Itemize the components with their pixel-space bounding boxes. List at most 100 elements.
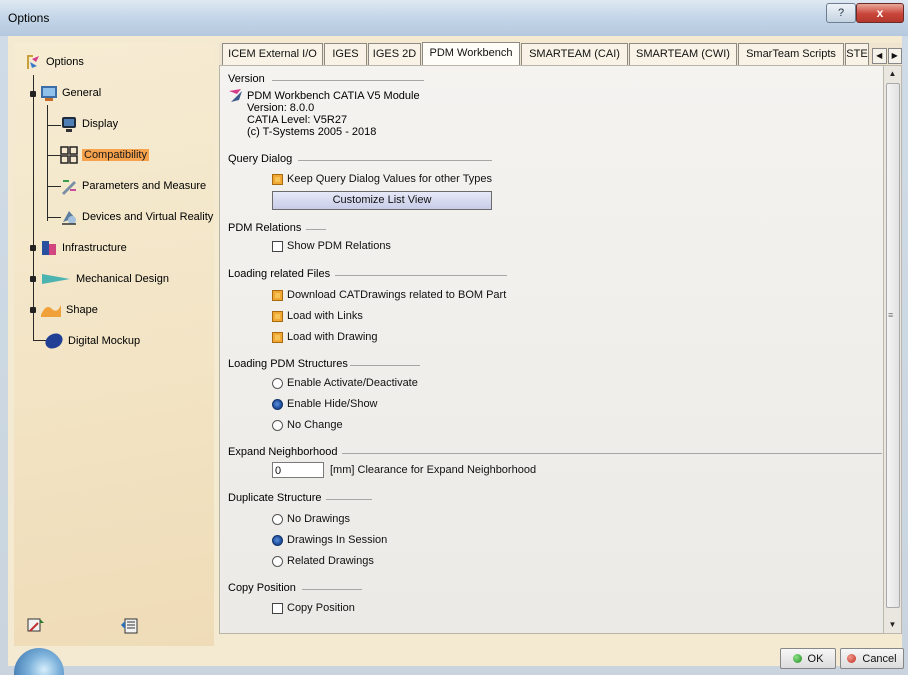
options-icon xyxy=(24,53,42,71)
tree-item-infrastructure[interactable]: Infrastructure xyxy=(40,239,127,257)
tab-panel-pdm-workbench: Version PDM Workbench CATIA V5 Module Ve… xyxy=(219,65,885,634)
download-catdrawings-checkbox[interactable]: Download CATDrawings related to BOM Part xyxy=(272,289,506,301)
radio-circle[interactable] xyxy=(272,419,283,431)
checkbox-label: Copy Position xyxy=(287,602,355,614)
tree-item-shape[interactable]: Shape xyxy=(40,301,98,319)
copy-position-group-title: Copy Position xyxy=(228,582,296,594)
show-pdm-relations-checkbox[interactable]: Show PDM Relations xyxy=(272,240,391,252)
checkbox-label: Keep Query Dialog Values for other Types xyxy=(287,173,493,185)
radio-no-change[interactable]: No Change xyxy=(272,419,343,431)
vertical-scrollbar[interactable]: ▲ ≡ ▼ xyxy=(883,65,902,634)
checkbox-box[interactable] xyxy=(272,240,283,252)
radio-enable-hide-show[interactable]: Enable Hide/Show xyxy=(272,398,378,410)
tree-item-general[interactable]: General xyxy=(40,84,101,102)
pdm-relations-group-title: PDM Relations xyxy=(228,222,302,234)
expand-neighborhood-group-title: Expand Neighborhood xyxy=(228,446,338,458)
loading-structures-group-title: Loading PDM Structures xyxy=(228,358,348,370)
tab-smarteam-scripts[interactable]: SmarTeam Scripts xyxy=(738,43,844,65)
radio-label: Drawings In Session xyxy=(287,534,388,546)
checkbox-box[interactable] xyxy=(272,331,283,343)
tree-tool-right-button[interactable] xyxy=(118,615,142,637)
customize-list-view-button[interactable]: Customize List View xyxy=(272,191,492,210)
cancel-button[interactable]: Cancel xyxy=(840,648,904,669)
cancel-label: Cancel xyxy=(862,652,897,665)
tab-strip: ICEM External I/O IGES IGES 2D PDM Workb… xyxy=(219,42,902,66)
tab-smarteam-cai[interactable]: SMARTEAM (CAI) xyxy=(521,43,628,65)
tree-item-label: Mechanical Design xyxy=(76,273,169,285)
load-with-links-checkbox[interactable]: Load with Links xyxy=(272,310,363,322)
clearance-input[interactable]: 0 xyxy=(272,462,324,478)
expand-neighborhood-row: 0 [mm] Clearance for Expand Neighborhood xyxy=(272,462,536,478)
ok-button[interactable]: OK xyxy=(780,648,836,669)
radio-circle[interactable] xyxy=(272,398,283,410)
close-button[interactable]: x xyxy=(856,3,904,23)
tab-icem-external[interactable]: ICEM External I/O xyxy=(222,43,323,65)
scrollbar-grip-icon: ≡ xyxy=(888,310,894,320)
radio-drawings-in-session[interactable]: Drawings In Session xyxy=(272,534,387,546)
version-number: Version: 8.0.0 xyxy=(247,102,315,114)
scroll-down-icon[interactable]: ▼ xyxy=(884,617,901,633)
tree-item-label: Compatibility xyxy=(82,149,149,161)
tree-item-label: Digital Mockup xyxy=(68,335,141,347)
keep-query-values-checkbox[interactable]: Keep Query Dialog Values for other Types xyxy=(272,173,492,185)
radio-circle[interactable] xyxy=(272,377,283,389)
load-with-drawing-checkbox[interactable]: Load with Drawing xyxy=(272,331,378,343)
radio-circle[interactable] xyxy=(272,534,283,546)
version-copyright: (c) T-Systems 2005 - 2018 xyxy=(247,126,377,138)
radio-enable-activate[interactable]: Enable Activate/Deactivate xyxy=(272,377,418,389)
tab-scroll-left-icon[interactable]: ◀ xyxy=(872,48,887,64)
tree-item-devices[interactable]: Devices and Virtual Reality xyxy=(60,208,213,226)
checkbox-label: Load with Links xyxy=(287,310,363,322)
tab-scroll-right-icon[interactable]: ▶ xyxy=(887,48,902,64)
devices-icon xyxy=(60,208,78,226)
compatibility-icon xyxy=(60,146,78,164)
tree-tool-left-icon xyxy=(27,618,44,632)
radio-related-drawings[interactable]: Related Drawings xyxy=(272,555,374,567)
checkbox-box[interactable] xyxy=(272,310,283,322)
version-group-title: Version xyxy=(228,73,265,85)
mechanical-design-icon xyxy=(40,270,72,288)
checkbox-box[interactable] xyxy=(272,173,283,185)
tab-pdm-workbench[interactable]: PDM Workbench xyxy=(422,42,520,66)
radio-no-drawings[interactable]: No Drawings xyxy=(272,513,350,525)
clearance-label: [mm] Clearance for Expand Neighborhood xyxy=(330,464,537,476)
radio-label: No Drawings xyxy=(287,513,350,525)
shape-icon xyxy=(40,301,62,319)
tree-item-options[interactable]: Options xyxy=(24,53,84,71)
radio-label: Related Drawings xyxy=(287,555,374,567)
tree-item-label: Display xyxy=(82,118,119,130)
radio-label: Enable Hide/Show xyxy=(287,398,378,410)
tab-iges[interactable]: IGES xyxy=(324,43,367,65)
tab-ste[interactable]: STE xyxy=(845,43,869,65)
tree-item-label: General xyxy=(62,87,102,99)
radio-label: No Change xyxy=(287,419,343,431)
checkbox-box[interactable] xyxy=(272,289,283,301)
options-window: Options ? x Options General Display Comp… xyxy=(0,0,908,675)
tree-item-label: Devices and Virtual Reality xyxy=(82,211,214,223)
loading-files-group-title: Loading related Files xyxy=(228,268,331,280)
version-catia-level: CATIA Level: V5R27 xyxy=(247,114,348,126)
query-dialog-group-title: Query Dialog xyxy=(228,153,293,165)
tab-smarteam-cwi[interactable]: SMARTEAM (CWI) xyxy=(629,43,737,65)
copy-position-checkbox[interactable]: Copy Position xyxy=(272,602,355,614)
scroll-up-icon[interactable]: ▲ xyxy=(884,66,901,82)
tree-item-label: Shape xyxy=(66,304,98,316)
tree-item-parameters[interactable]: Parameters and Measure xyxy=(60,177,206,195)
tree-tool-right-icon xyxy=(121,618,138,634)
tree-item-mechanical-design[interactable]: Mechanical Design xyxy=(40,270,169,288)
digital-mockup-icon xyxy=(44,332,64,350)
radio-circle[interactable] xyxy=(272,513,283,525)
tree-item-display[interactable]: Display xyxy=(60,115,118,133)
tree-item-digital-mockup[interactable]: Digital Mockup xyxy=(44,332,140,350)
radio-circle[interactable] xyxy=(272,555,283,567)
tree-item-compatibility[interactable]: Compatibility xyxy=(60,146,149,164)
parameters-icon xyxy=(60,177,78,195)
scrollbar-thumb[interactable] xyxy=(886,83,900,608)
checkbox-box[interactable] xyxy=(272,602,283,614)
help-button[interactable]: ? xyxy=(826,3,856,23)
tab-iges-2d[interactable]: IGES 2D xyxy=(368,43,421,65)
tree-tool-left-button[interactable] xyxy=(24,615,48,637)
duplicate-structure-group-title: Duplicate Structure xyxy=(228,492,322,504)
ok-label: OK xyxy=(807,652,824,665)
cancel-icon xyxy=(847,654,857,663)
